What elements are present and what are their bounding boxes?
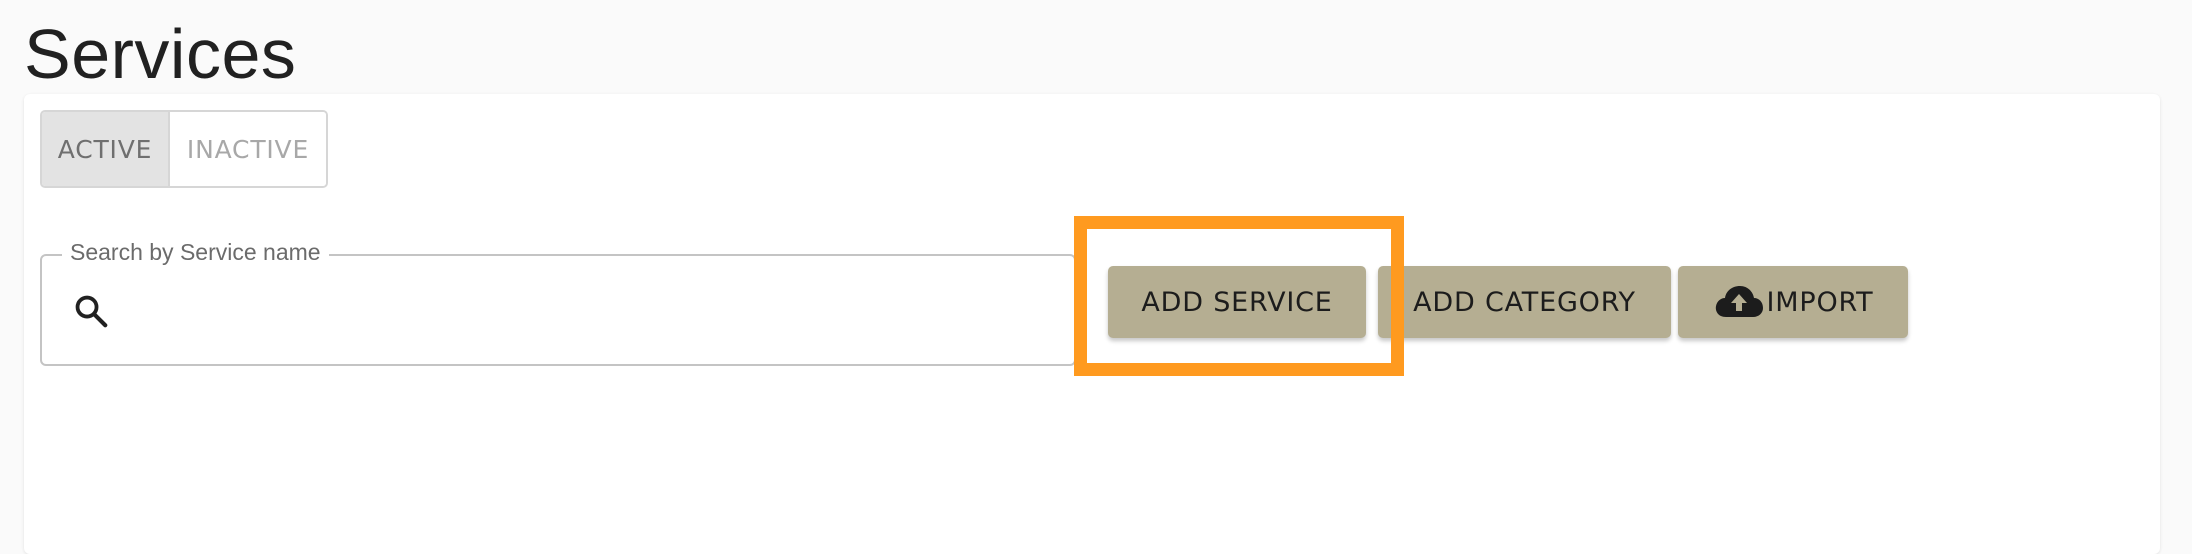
toggle-inactive-button[interactable]: INACTIVE — [170, 112, 326, 186]
import-label: IMPORT — [1766, 286, 1874, 318]
cloud-upload-icon — [1715, 286, 1763, 317]
add-category-button[interactable]: ADD CATEGORY — [1378, 266, 1671, 338]
search-label: Search by Service name — [62, 236, 329, 268]
add-category-label: ADD CATEGORY — [1413, 286, 1636, 318]
add-service-button[interactable]: ADD SERVICE — [1108, 266, 1366, 338]
page-title: Services — [24, 15, 297, 93]
search-icon — [75, 295, 108, 328]
search-input[interactable] — [132, 278, 1056, 344]
add-service-label: ADD SERVICE — [1141, 286, 1333, 318]
import-button[interactable]: IMPORT — [1678, 266, 1908, 338]
toggle-active-button[interactable]: ACTIVE — [42, 112, 170, 186]
status-toggle-group: ACTIVE INACTIVE — [40, 110, 328, 188]
search-field: Search by Service name — [40, 236, 1076, 366]
